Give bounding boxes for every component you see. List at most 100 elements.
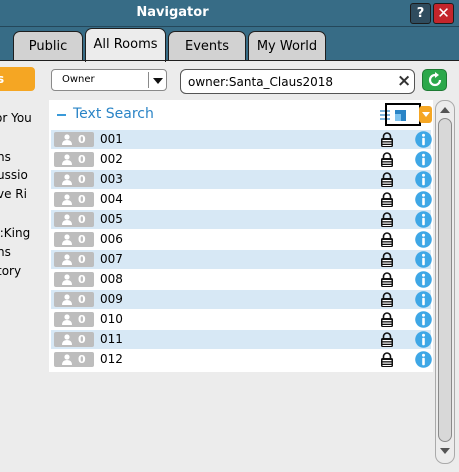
refresh-button[interactable] (422, 69, 447, 91)
room-row[interactable]: 0 004 (51, 190, 432, 209)
category-item-label: ns (0, 150, 11, 164)
lock-icon (381, 212, 393, 227)
lock-icon (381, 172, 393, 187)
room-name: 006 (100, 232, 123, 246)
user-icon (62, 194, 72, 205)
tile-view-icon[interactable] (395, 110, 406, 121)
info-icon[interactable] (415, 351, 432, 368)
lock-icon (381, 312, 393, 327)
category-panel: s or You ns ussio ve Ri r:King ns tory (0, 61, 36, 472)
lock-icon (381, 192, 393, 207)
clear-icon[interactable]: × (397, 73, 411, 90)
dropdown-separator (148, 72, 149, 88)
info-icon[interactable] (415, 231, 432, 248)
title-bar[interactable]: Navigator ? ✕ (0, 0, 459, 27)
lock-icon (381, 252, 393, 267)
user-count: 0 (78, 173, 86, 186)
room-name: 010 (100, 312, 123, 326)
room-name: 002 (100, 152, 123, 166)
category-item-label: ve Ri (0, 187, 27, 201)
user-count: 0 (78, 273, 86, 286)
user-count-badge: 0 (54, 312, 94, 327)
user-icon (62, 254, 72, 265)
user-count: 0 (78, 193, 86, 206)
user-count-badge: 0 (54, 232, 94, 247)
user-count-badge: 0 (54, 292, 94, 307)
info-icon[interactable] (415, 291, 432, 308)
user-icon (62, 174, 72, 185)
close-button[interactable]: ✕ (433, 3, 454, 24)
user-count-badge: 0 (54, 332, 94, 347)
category-header[interactable]: s (0, 67, 35, 91)
results-header[interactable]: Text Search (49, 100, 433, 130)
user-icon (62, 354, 72, 365)
scroll-up-icon[interactable] (440, 107, 450, 113)
lock-icon (381, 352, 393, 367)
category-item-label: r:King (0, 226, 31, 240)
room-row[interactable]: 0 010 (51, 310, 432, 329)
info-icon[interactable] (415, 191, 432, 208)
info-icon[interactable] (415, 211, 432, 228)
info-icon[interactable] (415, 171, 432, 188)
room-row[interactable]: 0 005 (51, 210, 432, 229)
room-row[interactable]: 0 007 (51, 250, 432, 269)
info-icon[interactable] (415, 251, 432, 268)
refresh-icon (428, 72, 442, 87)
room-name: 009 (100, 292, 123, 306)
room-name: 001 (100, 132, 123, 146)
room-row[interactable]: 0 003 (51, 170, 432, 189)
results-title: Text Search (73, 106, 154, 122)
user-count: 0 (78, 153, 86, 166)
info-icon[interactable] (415, 131, 432, 148)
room-name: 004 (100, 192, 123, 206)
room-row[interactable]: 0 009 (51, 290, 432, 309)
info-icon[interactable] (415, 331, 432, 348)
room-row[interactable]: 0 012 (51, 350, 432, 369)
user-icon (62, 334, 72, 345)
user-count: 0 (78, 233, 86, 246)
category-item-label: ussio (0, 168, 28, 182)
scroll-thumb[interactable] (438, 118, 452, 442)
help-button[interactable]: ? (410, 3, 431, 24)
tab-all-rooms[interactable]: All Rooms (85, 28, 166, 62)
user-icon (62, 214, 72, 225)
info-icon[interactable] (415, 151, 432, 168)
search-filter-dropdown[interactable]: Owner (51, 69, 167, 91)
room-row[interactable]: 0 001 (51, 130, 432, 149)
user-count: 0 (78, 333, 86, 346)
category-item-label: tory (0, 264, 22, 278)
room-row[interactable]: 0 008 (51, 270, 432, 289)
tab-public[interactable]: Public (13, 31, 83, 61)
lock-icon (381, 132, 393, 147)
room-row[interactable]: 0 006 (51, 230, 432, 249)
user-count: 0 (78, 353, 86, 366)
minus-icon[interactable] (57, 114, 66, 116)
room-row[interactable]: 0 011 (51, 330, 432, 349)
room-name: 003 (100, 172, 123, 186)
search-filter-value: Owner (62, 74, 95, 85)
chevron-down-icon (153, 78, 163, 84)
category-item-label: ns (0, 245, 11, 259)
results-panel: Text Search 0 001 0 002 0 003 0 004 0 005 0 006 0 007… (49, 100, 433, 372)
user-icon (62, 154, 72, 165)
search-input[interactable] (180, 69, 415, 94)
view-options-dropdown[interactable] (419, 106, 432, 123)
window-title: Navigator (136, 5, 209, 20)
info-icon[interactable] (415, 271, 432, 288)
info-icon[interactable] (415, 311, 432, 328)
tab-events[interactable]: Events (168, 31, 246, 61)
user-count-badge: 0 (54, 192, 94, 207)
room-name: 012 (100, 352, 123, 366)
user-count: 0 (78, 313, 86, 326)
user-count-badge: 0 (54, 172, 94, 187)
lock-icon (381, 332, 393, 347)
user-count: 0 (78, 213, 86, 226)
user-icon (62, 294, 72, 305)
scrollbar[interactable] (435, 100, 455, 464)
room-row[interactable]: 0 002 (51, 150, 432, 169)
scroll-down-icon[interactable] (440, 448, 450, 454)
room-name: 005 (100, 212, 123, 226)
tab-my-world[interactable]: My World (248, 31, 326, 61)
user-icon (62, 314, 72, 325)
room-name: 008 (100, 272, 123, 286)
